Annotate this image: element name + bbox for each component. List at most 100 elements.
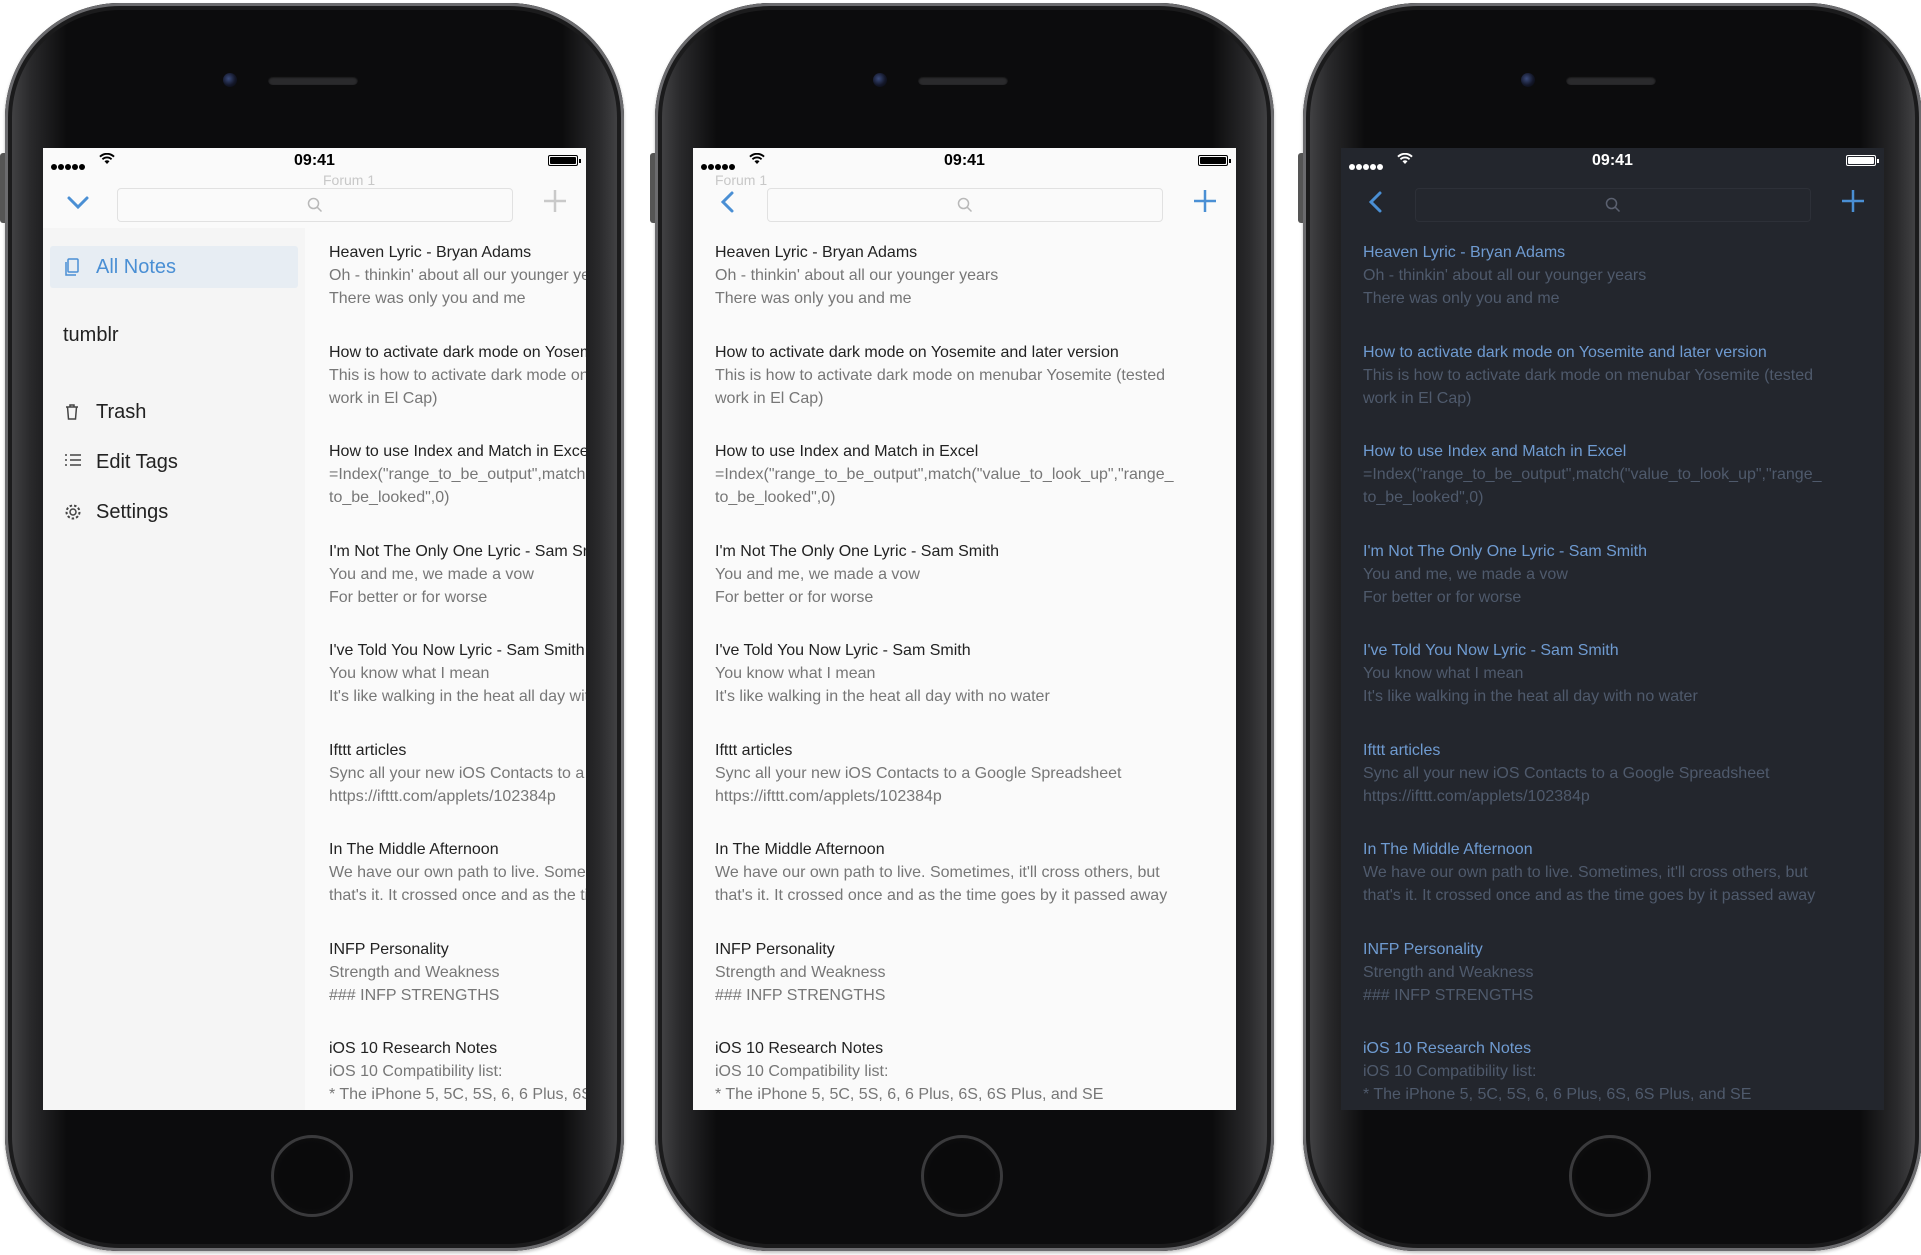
note-preview-line: to_be_looked",0) [1363,489,1484,506]
note-preview-line: iOS 10 Compatibility list: [1363,1063,1537,1080]
note-preview-line: * The iPhone 5, 5C, 5S, 6, 6 Plus, 6S, 6… [1363,1086,1752,1103]
note-list-item[interactable]: Ifttt articles Sync all your new iOS Cont… [329,742,586,838]
note-list-item[interactable]: I'm Not The Only One Lyric - Sam Smith Yo… [715,543,1222,639]
camera-icon [873,73,887,87]
note-list-item[interactable]: Heaven Lyric - Bryan Adams Oh - thinkin' … [1363,244,1870,340]
note-title: iOS 10 Research Notes [1363,1040,1532,1057]
speaker-grille [268,76,358,85]
split-view: All Notes tumblr Trash Edit Tags Setting… [43,228,586,1110]
sidebar-item-label: Trash [96,401,147,423]
sidebar-item-trash[interactable]: Trash [50,391,298,433]
search-icon [1605,197,1621,213]
note-list-item[interactable]: I've Told You Now Lyric - Sam Smith You k… [1363,642,1870,738]
status-bar: 09:41 [43,148,586,176]
note-preview-line: ### INFP STRENGTHS [1363,986,1534,1004]
search-input[interactable] [1415,188,1811,222]
status-time: 09:41 [1592,152,1633,169]
note-preview-line: You and me, we made a vow [1363,565,1568,583]
note-list-item[interactable]: iOS 10 Research Notes iOS 10 Compatibilit… [329,1040,586,1110]
note-preview-line: You and me, we made a vow [329,565,534,583]
status-bar: 09:41 [693,148,1236,176]
plus-icon[interactable] [1840,188,1866,214]
note-list-item[interactable]: In The Middle Afternoon We have our own p… [715,841,1222,937]
note-list-item[interactable]: How to activate dark mode on Yosemite an… [329,344,586,440]
note-list: Heaven Lyric - Bryan Adams Oh - thinkin' … [715,228,1222,1110]
note-preview-line: work in El Cap) [1363,389,1472,407]
note-preview-line: We have our own path to live. Sometimes,… [1363,864,1808,881]
search-input[interactable] [117,188,513,222]
note-preview-line: Strength and Weakness [329,963,500,981]
phone-frame-sidebar: 09:41 Forum 1 All Notes tumblr Trash Edi… [0,3,624,1251]
note-list-item[interactable]: I'm Not The Only One Lyric - Sam Smith Yo… [329,543,586,639]
note-preview-line: ### INFP STRENGTHS [715,986,886,1004]
note-list-item[interactable]: How to use Index and Match in Excel =Inde… [715,443,1222,539]
note-preview-line: It's like walking in the heat all day wi… [715,688,1050,705]
note-title: In The Middle Afternoon [329,841,499,858]
note-preview-line: There was only you and me [1363,290,1560,307]
home-button[interactable] [271,1135,353,1217]
note-title: How to activate dark mode on Yosemite an… [1363,343,1767,361]
home-button[interactable] [921,1135,1003,1217]
camera-icon [223,73,237,87]
note-title: In The Middle Afternoon [1363,841,1533,858]
camera-icon [1521,73,1535,87]
sidebar-item-edit-tags[interactable]: Edit Tags [50,441,298,483]
ghost-header-text: Forum 1 [323,172,376,188]
note-list-item[interactable]: iOS 10 Research Notes iOS 10 Compatibilit… [715,1040,1222,1110]
note-list-item[interactable]: INFP Personality Strength and Weakness ###… [715,941,1222,1037]
plus-icon[interactable] [542,188,568,214]
home-button[interactable] [1569,1135,1651,1217]
note-list-item[interactable]: How to use Index and Match in Excel =Inde… [329,443,586,539]
note-list-item[interactable]: How to activate dark mode on Yosemite an… [1363,344,1870,440]
gear-icon [65,504,81,520]
note-title: Heaven Lyric - Bryan Adams [329,244,532,261]
note-preview-line: that's it. It crossed once and as the ti… [1363,887,1816,904]
back-chevron-icon[interactable] [715,190,741,214]
note-preview-line: Sync all your new iOS Contacts to a Goog… [329,764,586,782]
screen: 09:41 Forum 1 Heaven Lyric - Bryan Adams… [693,148,1236,1110]
note-list-item[interactable]: iOS 10 Research Notes iOS 10 Compatibilit… [1363,1040,1870,1110]
note-list-item[interactable]: I've Told You Now Lyric - Sam Smith You k… [329,642,586,738]
note-list-item[interactable]: I'm Not The Only One Lyric - Sam Smith Yo… [1363,543,1870,639]
back-chevron-icon[interactable] [1363,190,1389,214]
sidebar-item-tumblr[interactable]: tumblr [63,324,119,347]
note-preview-line: iOS 10 Compatibility list: [715,1063,889,1080]
plus-icon[interactable] [1192,188,1218,214]
note-preview-line: that's it. It crossed once and as the ti… [715,887,1168,904]
note-preview-line: Strength and Weakness [715,963,886,981]
note-preview-line: This is how to activate dark mode on men… [329,366,586,384]
note-list-item[interactable]: Heaven Lyric - Bryan Adams Oh - thinkin' … [329,244,586,340]
screen: 09:41 Forum 1 All Notes tumblr Trash Edi… [43,148,586,1110]
note-list-item[interactable]: In The Middle Afternoon We have our own p… [329,841,586,937]
note-preview-line: This is how to activate dark mode on men… [715,366,1166,384]
chevron-down-icon[interactable] [65,190,91,214]
speaker-grille [1566,76,1656,85]
note-title: Heaven Lyric - Bryan Adams [1363,244,1566,261]
sidebar-item-label: Edit Tags [96,451,178,473]
note-list-item[interactable]: INFP Personality Strength and Weakness ###… [329,941,586,1037]
note-title: Ifttt articles [715,741,793,759]
note-list-item[interactable]: How to activate dark mode on Yosemite an… [715,344,1222,440]
note-list-item[interactable]: How to use Index and Match in Excel =Inde… [1363,443,1870,539]
note-title: INFP Personality [1363,940,1483,958]
note-list-item[interactable]: In The Middle Afternoon We have our own p… [1363,841,1870,937]
note-title: Heaven Lyric - Bryan Adams [715,244,918,261]
sidebar-item-all-notes[interactable]: All Notes [50,246,298,288]
note-list-item[interactable]: Heaven Lyric - Bryan Adams Oh - thinkin' … [715,244,1222,340]
note-list-item[interactable]: INFP Personality Strength and Weakness ###… [1363,941,1870,1037]
content-area: Heaven Lyric - Bryan Adams Oh - thinkin' … [693,228,1236,1110]
note-preview-line: There was only you and me [715,290,912,307]
note-list-item[interactable]: Ifttt articles Sync all your new iOS Cont… [715,742,1222,838]
sidebar-item-settings[interactable]: Settings [50,491,298,533]
note-list-item[interactable]: Ifttt articles Sync all your new iOS Cont… [1363,742,1870,838]
trash-icon [66,404,78,420]
search-input[interactable] [767,188,1163,222]
note-preview-line: Oh - thinkin' about all our younger year… [715,267,999,284]
battery-icon [548,155,581,166]
content-area: Heaven Lyric - Bryan Adams Oh - thinkin' … [1341,228,1884,1110]
note-preview-line: iOS 10 Compatibility list: [329,1063,503,1080]
note-preview-line: =Index("range_to_be_output",match("value… [715,466,1174,483]
note-list-item[interactable]: I've Told You Now Lyric - Sam Smith You k… [715,642,1222,738]
search-icon [307,197,323,213]
note-preview-line: =Index("range_to_be_output",match("value… [1363,466,1822,483]
